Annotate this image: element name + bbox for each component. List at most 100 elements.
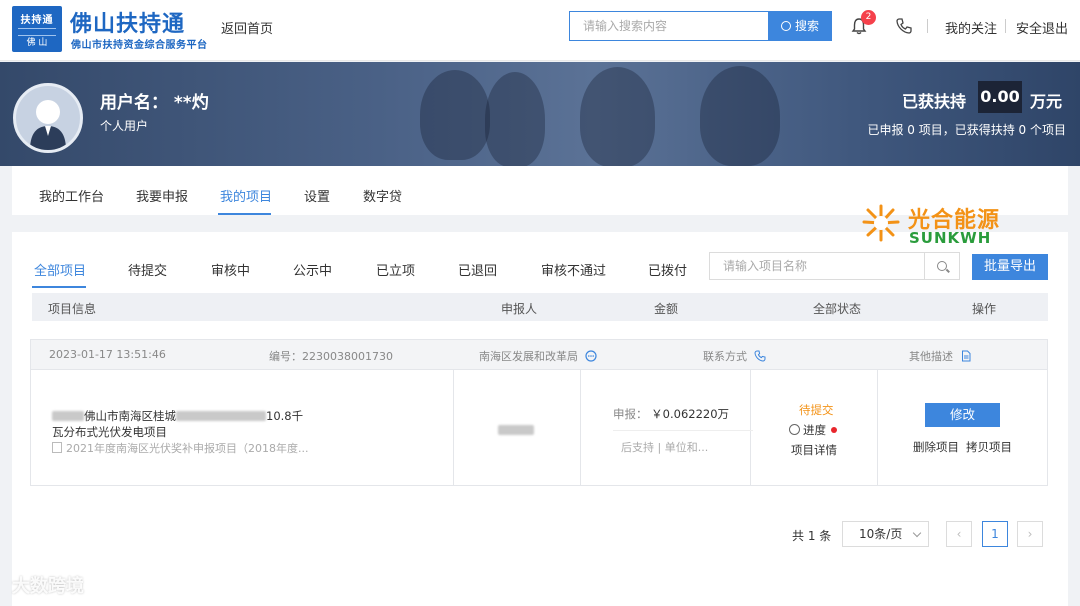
- filter-tab-approved[interactable]: 已立项: [376, 260, 415, 279]
- alert-dot: [831, 427, 837, 433]
- user-name: 用户名： **灼: [100, 93, 209, 113]
- back-home-link[interactable]: 返回首页: [221, 18, 273, 37]
- filter-tab-reviewing[interactable]: 审核中: [211, 260, 250, 279]
- project-title-part2: 10.8千: [266, 409, 304, 423]
- project-date: 2023-01-17 13:51:46: [49, 348, 166, 361]
- filter-tab-returned[interactable]: 已退回: [458, 260, 497, 279]
- amount-value: ￥0.062220万: [651, 407, 730, 421]
- project-other-desc[interactable]: 其他描述: [909, 348, 972, 364]
- prev-page-button[interactable]: ‹: [946, 521, 972, 547]
- user-banner: 用户名： **灼 个人用户 已获扶持 0.00 万元 已申报 0 项目，已获得扶…: [0, 62, 1080, 166]
- redacted-text: [176, 411, 266, 421]
- filter-tab-paid[interactable]: 已拨付: [648, 260, 687, 279]
- search-icon: [780, 21, 791, 31]
- logo-badge[interactable]: 扶持通 佛 山: [12, 6, 62, 52]
- column-header-actions: 操作: [972, 302, 997, 316]
- project-title[interactable]: 佛山市南海区桂城 10.8千 瓦分布式光伏发电项目: [52, 408, 322, 440]
- status-badge: 待提交: [799, 403, 834, 417]
- project-amount: 申报： ￥0.062220万: [613, 406, 729, 422]
- filter-tab-all[interactable]: 全部项目: [34, 260, 86, 279]
- header-divider: [927, 19, 928, 33]
- support-summary: 已申报 0 项目，已获得扶持 0 个项目: [867, 123, 1066, 137]
- project-subtitle-text: 2021年度南海区光伏奖补申报项目（2018年度...: [66, 442, 309, 455]
- brand-en: SUNKWH: [909, 229, 992, 247]
- support-info: 后支持 | 单位和...: [621, 441, 709, 454]
- project-contact-label: 联系方式: [703, 350, 747, 363]
- progress-link[interactable]: 进度: [789, 422, 837, 438]
- chat-icon: [584, 350, 597, 362]
- edit-button[interactable]: 修改: [925, 403, 1000, 427]
- column-divider: [750, 370, 751, 486]
- total-count: 共 1 条: [792, 529, 832, 543]
- logo-title[interactable]: 佛山扶持通: [70, 6, 185, 38]
- project-title-part1: 佛山市南海区桂城: [84, 409, 176, 423]
- banner-photo-figure: [580, 67, 655, 166]
- nav-tab-workbench[interactable]: 我的工作台: [39, 186, 104, 205]
- column-header-amount: 金额: [654, 302, 679, 316]
- page-size-value: 10条/页: [859, 527, 903, 541]
- column-divider: [877, 370, 878, 486]
- column-header-applicant: 申报人: [501, 302, 538, 316]
- search-input[interactable]: 请输入搜索内容: [569, 11, 768, 41]
- header-divider: [1005, 19, 1006, 33]
- corner-watermark: 大数跨境: [12, 572, 84, 598]
- amount-divider: [613, 430, 753, 431]
- project-detail-link[interactable]: 项目详情: [791, 442, 837, 458]
- banner-photo-figure: [700, 66, 780, 166]
- banner-photo-figure: [485, 72, 545, 166]
- project-card-header: 2023-01-17 13:51:46 编号：2230038001730 南海区…: [31, 340, 1047, 370]
- support-label: 已获扶持: [902, 92, 967, 111]
- my-follow-link[interactable]: 我的关注: [945, 18, 997, 37]
- batch-export-button[interactable]: 批量导出: [972, 254, 1048, 280]
- logo-badge-top-text: 扶持通: [20, 15, 54, 26]
- notification-badge: 2: [861, 10, 876, 25]
- copy-project-link[interactable]: 拷贝项目: [966, 439, 1012, 455]
- chevron-down-icon: [912, 528, 922, 538]
- project-other-desc-label: 其他描述: [909, 350, 953, 363]
- redacted-text: [498, 425, 534, 435]
- top-header: 扶持通 佛 山 佛山扶持通 佛山市扶持资金综合服务平台 返回首页 请输入搜索内容…: [0, 0, 1080, 61]
- logo-subtitle: 佛山市扶持资金综合服务平台: [71, 40, 208, 51]
- page-size-select[interactable]: 10条/页: [842, 521, 929, 547]
- project-contact[interactable]: 联系方式: [703, 348, 766, 364]
- user-avatar-icon: [30, 100, 66, 150]
- amount-label: 申报：: [613, 407, 648, 421]
- nav-active-indicator: [218, 213, 271, 215]
- next-page-button[interactable]: ›: [1017, 521, 1043, 547]
- nav-tab-my-projects[interactable]: 我的项目: [220, 186, 272, 205]
- table-header: 项目信息 申报人 金额 全部状态 操作: [32, 293, 1048, 321]
- sun-icon: [862, 204, 900, 242]
- project-name-search-input[interactable]: 请输入项目名称: [709, 252, 924, 280]
- user-type: 个人用户: [100, 119, 149, 133]
- redacted-text: [52, 411, 84, 421]
- project-search-button[interactable]: [924, 252, 960, 280]
- nav-tab-settings[interactable]: 设置: [304, 186, 330, 205]
- search-button[interactable]: 搜索: [768, 11, 832, 41]
- nav-tab-apply[interactable]: 我要申报: [136, 186, 188, 205]
- nav-tab-digital-loan[interactable]: 数字贷: [363, 186, 402, 205]
- support-unit: 万元: [1030, 92, 1063, 111]
- filter-active-indicator: [32, 286, 86, 288]
- phone-icon[interactable]: [895, 17, 913, 35]
- search-button-label: 搜索: [794, 19, 819, 33]
- corner-watermark-text: 大数跨境: [12, 576, 84, 597]
- logo-badge-bottom-text: 佛 山: [26, 38, 48, 48]
- project-department[interactable]: 南海区发展和改革局: [479, 348, 597, 364]
- filter-tab-pending-submit[interactable]: 待提交: [128, 260, 167, 279]
- filter-tab-rejected[interactable]: 审核不通过: [541, 260, 606, 279]
- document-icon: [961, 350, 970, 362]
- support-amount: 0.00: [978, 81, 1022, 113]
- page-button-current[interactable]: 1: [982, 521, 1008, 547]
- column-divider: [453, 370, 454, 486]
- clock-icon: [789, 424, 800, 435]
- avatar[interactable]: [13, 83, 83, 153]
- column-header-project-info: 项目信息: [48, 302, 97, 316]
- project-title-line2: 瓦分布式光伏发电项目: [52, 425, 167, 439]
- search-icon: [937, 261, 947, 271]
- project-department-label: 南海区发展和改革局: [479, 350, 578, 363]
- filter-tab-publicity[interactable]: 公示中: [293, 260, 332, 279]
- delete-project-link[interactable]: 删除项目: [913, 439, 959, 455]
- logout-link[interactable]: 安全退出: [1016, 18, 1068, 37]
- column-header-status[interactable]: 全部状态: [813, 300, 861, 317]
- project-number: 编号：2230038001730: [269, 350, 393, 363]
